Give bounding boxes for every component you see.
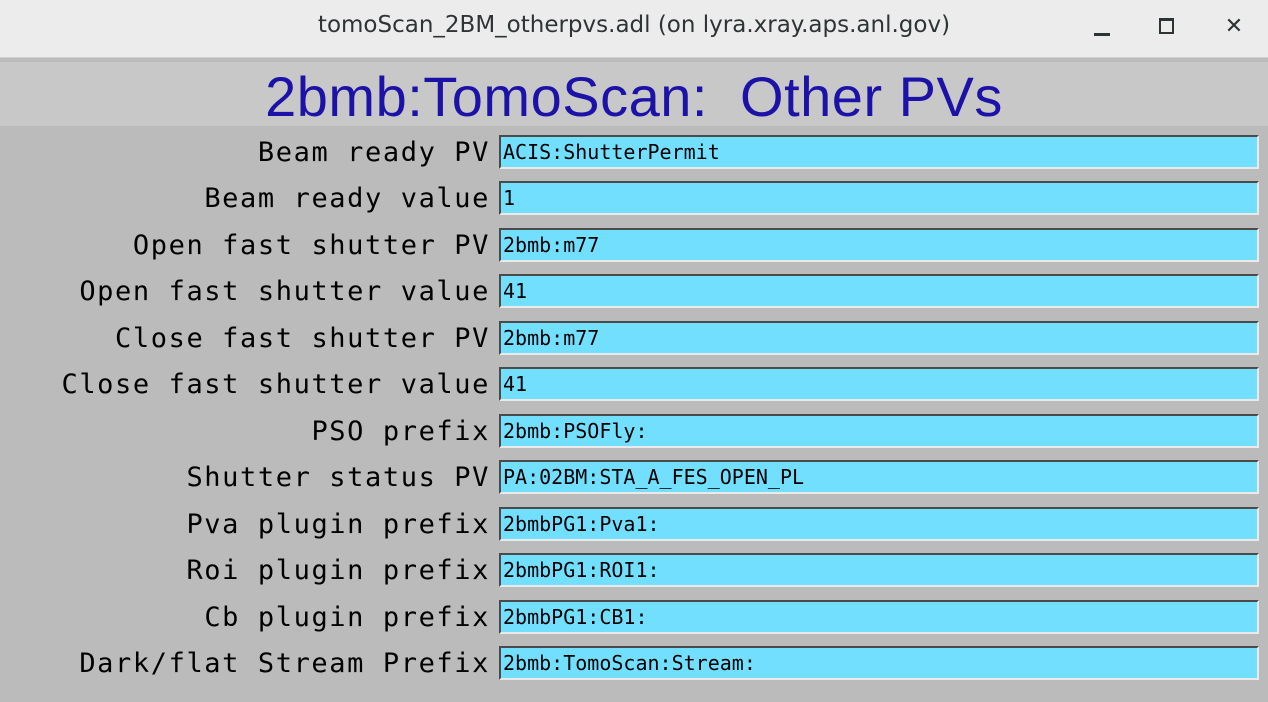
page-title: 2bmb:TomoScan: Other PVs xyxy=(265,65,1003,128)
field-label: Shutter status PV xyxy=(186,462,490,493)
field-label: Cb plugin prefix xyxy=(204,602,490,633)
field-row-open-fast-shutter-value: Open fast shutter value 41 xyxy=(0,272,1268,312)
field-row-close-fast-shutter-pv: Close fast shutter PV 2bmb:m77 xyxy=(0,319,1268,359)
field-label: Close fast shutter value xyxy=(61,369,490,400)
field-label: Beam ready PV xyxy=(257,137,490,168)
field-row-pva-plugin-prefix: Pva plugin prefix 2bmbPG1:Pva1: xyxy=(0,505,1268,545)
banner: 2bmb:TomoScan: Other PVs xyxy=(0,62,1268,128)
field-row-beam-ready-pv: Beam ready PV ACIS:ShutterPermit xyxy=(0,133,1268,173)
field-row-close-fast-shutter-value: Close fast shutter value 41 xyxy=(0,365,1268,405)
minimize-icon xyxy=(1094,32,1110,36)
field-label: PSO prefix xyxy=(311,416,490,447)
pva-plugin-prefix-input[interactable]: 2bmbPG1:Pva1: xyxy=(499,507,1259,541)
beam-ready-value-input[interactable]: 1 xyxy=(499,181,1259,215)
main-panel: 2bmb:TomoScan: Other PVs Beam ready PV A… xyxy=(0,58,1268,702)
field-label: Beam ready value xyxy=(204,183,490,214)
field-row-roi-plugin-prefix: Roi plugin prefix 2bmbPG1:ROI1: xyxy=(0,551,1268,591)
pso-prefix-input[interactable]: 2bmb:PSOFly: xyxy=(499,414,1259,448)
window-titlebar[interactable]: tomoScan_2BM_otherpvs.adl (on lyra.xray.… xyxy=(0,0,1268,58)
close-button[interactable]: ✕ xyxy=(1214,8,1254,44)
field-label: Open fast shutter PV xyxy=(132,230,490,261)
maximize-icon xyxy=(1158,18,1174,34)
field-row-cb-plugin-prefix: Cb plugin prefix 2bmbPG1:CB1: xyxy=(0,598,1268,638)
field-label: Dark/flat Stream Prefix xyxy=(79,648,490,679)
shutter-status-pv-input[interactable]: PA:02BM:STA_A_FES_OPEN_PL xyxy=(499,460,1259,494)
field-row-open-fast-shutter-pv: Open fast shutter PV 2bmb:m77 xyxy=(0,226,1268,266)
cb-plugin-prefix-input[interactable]: 2bmbPG1:CB1: xyxy=(499,600,1259,634)
field-label: Pva plugin prefix xyxy=(186,509,490,540)
minimize-button[interactable] xyxy=(1082,8,1122,44)
maximize-button[interactable] xyxy=(1146,8,1186,44)
beam-ready-pv-input[interactable]: ACIS:ShutterPermit xyxy=(499,135,1259,169)
field-row-dark-flat-stream-prefix: Dark/flat Stream Prefix 2bmb:TomoScan:St… xyxy=(0,644,1268,684)
field-label: Open fast shutter value xyxy=(79,276,490,307)
open-fast-shutter-value-input[interactable]: 41 xyxy=(499,274,1259,308)
window-title: tomoScan_2BM_otherpvs.adl (on lyra.xray.… xyxy=(317,12,951,38)
dark-flat-stream-prefix-input[interactable]: 2bmb:TomoScan:Stream: xyxy=(499,646,1259,680)
close-fast-shutter-pv-input[interactable]: 2bmb:m77 xyxy=(499,321,1259,355)
open-fast-shutter-pv-input[interactable]: 2bmb:m77 xyxy=(499,228,1259,262)
field-row-pso-prefix: PSO prefix 2bmb:PSOFly: xyxy=(0,412,1268,452)
field-row-shutter-status-pv: Shutter status PV PA:02BM:STA_A_FES_OPEN… xyxy=(0,458,1268,498)
field-row-beam-ready-value: Beam ready value 1 xyxy=(0,179,1268,219)
close-fast-shutter-value-input[interactable]: 41 xyxy=(499,367,1259,401)
roi-plugin-prefix-input[interactable]: 2bmbPG1:ROI1: xyxy=(499,553,1259,587)
field-label: Roi plugin prefix xyxy=(186,555,490,586)
field-label: Close fast shutter PV xyxy=(115,323,490,354)
close-icon: ✕ xyxy=(1224,13,1244,39)
